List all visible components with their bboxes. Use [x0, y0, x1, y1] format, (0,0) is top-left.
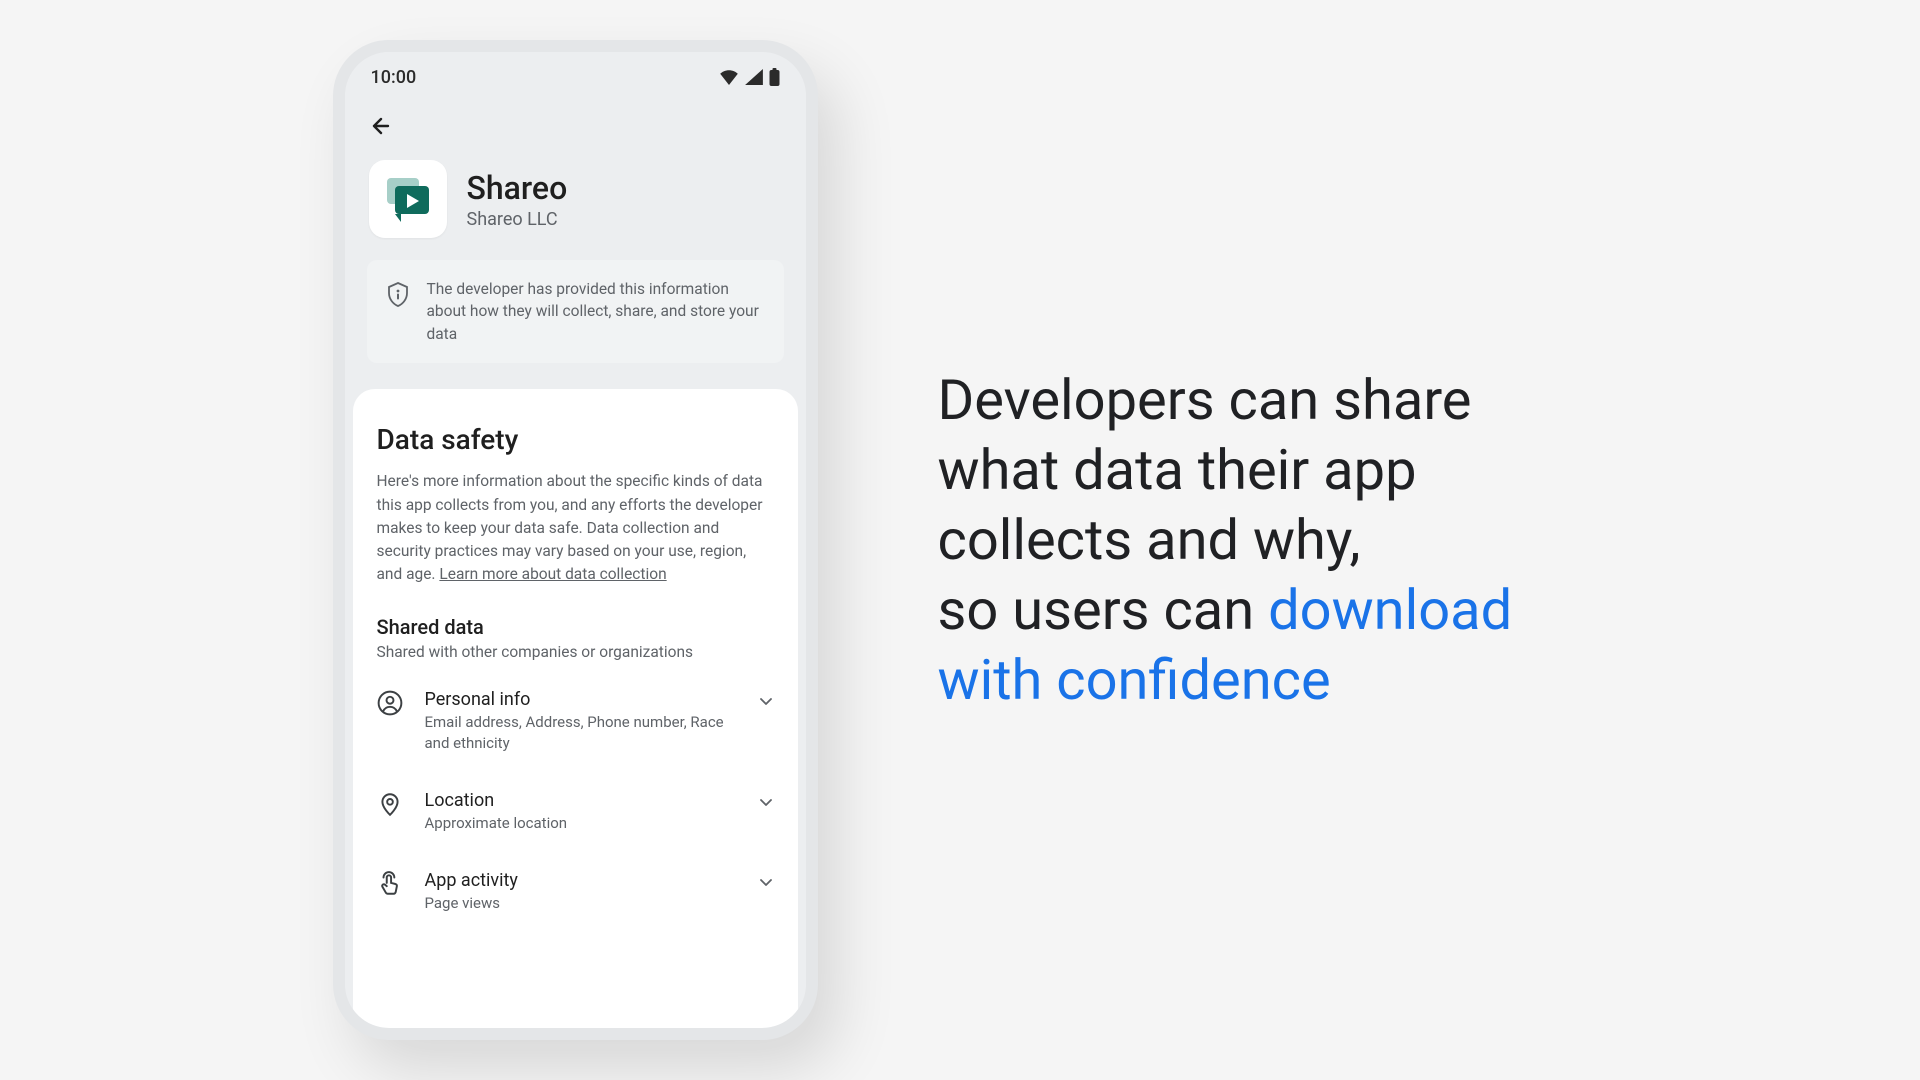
phone-screen: 10:00	[345, 52, 806, 1028]
status-bar: 10:00	[345, 52, 806, 102]
phone-frame: 10:00	[333, 40, 818, 1040]
item-title: Personal info	[425, 689, 736, 710]
shareo-logo-icon	[381, 172, 435, 226]
info-banner: The developer has provided this informat…	[367, 260, 784, 363]
app-header: Shareo Shareo LLC	[345, 160, 806, 260]
item-subtitle: Approximate location	[425, 813, 736, 834]
item-title: Location	[425, 790, 736, 811]
shield-icon	[387, 282, 409, 312]
app-name: Shareo	[467, 169, 568, 207]
item-subtitle: Page views	[425, 893, 736, 914]
learn-more-link[interactable]: Learn more about data collection	[439, 565, 666, 583]
shared-data-heading: Shared data	[377, 615, 774, 639]
banner-text: The developer has provided this informat…	[427, 278, 764, 345]
data-item-app-activity[interactable]: App activity Page views	[377, 852, 774, 932]
touch-icon	[377, 871, 403, 901]
person-icon	[377, 690, 403, 720]
item-subtitle: Email address, Address, Phone number, Ra…	[425, 712, 736, 754]
card-description: Here's more information about the specif…	[377, 470, 774, 586]
card-title: Data safety	[377, 423, 774, 456]
back-button[interactable]	[365, 110, 397, 142]
status-icons	[719, 68, 780, 86]
shared-data-subheading: Shared with other companies or organizat…	[377, 643, 774, 661]
data-item-location[interactable]: Location Approximate location	[377, 772, 774, 852]
item-title: App activity	[425, 870, 736, 891]
signal-icon	[745, 69, 763, 85]
status-time: 10:00	[371, 67, 417, 88]
copy-line-1: Developers can share what data their app…	[938, 367, 1472, 573]
app-developer[interactable]: Shareo LLC	[467, 209, 568, 230]
location-icon	[377, 791, 403, 821]
chevron-down-icon	[758, 693, 774, 713]
chevron-down-icon	[758, 794, 774, 814]
arrow-left-icon	[369, 114, 393, 138]
wifi-icon	[719, 69, 739, 85]
app-icon	[369, 160, 447, 238]
data-item-personal-info[interactable]: Personal info Email address, Address, Ph…	[377, 671, 774, 772]
chevron-down-icon	[758, 874, 774, 894]
data-safety-card: Data safety Here's more information abou…	[353, 389, 798, 1028]
copy-line-2-prefix: so users can	[938, 577, 1269, 643]
battery-icon	[769, 68, 780, 86]
marketing-copy: Developers can share what data their app…	[938, 365, 1588, 715]
